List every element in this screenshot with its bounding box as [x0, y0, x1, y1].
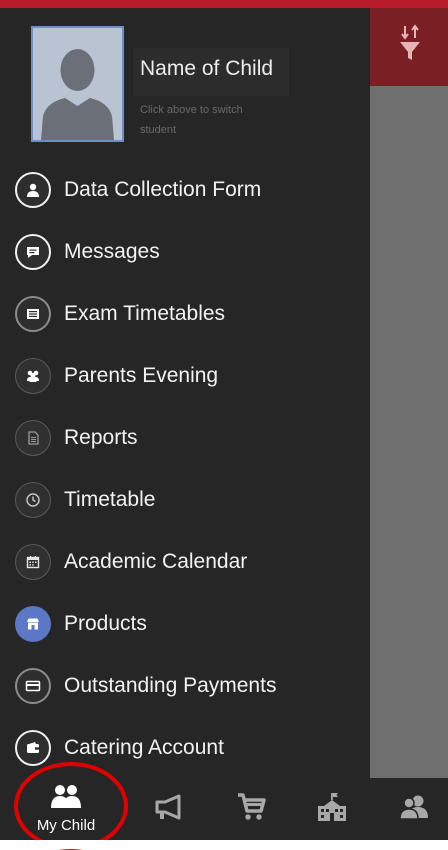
contacts-icon [399, 794, 429, 825]
menu-label: Parents Evening [64, 364, 219, 387]
menu-label: Products [64, 612, 147, 635]
bottom-margin [0, 840, 448, 849]
cart-icon [236, 792, 268, 827]
menu-label: Data Collection Form [64, 178, 262, 201]
navigation-drawer: Name of Child Click above to switch stud… [0, 8, 370, 778]
document-icon [15, 420, 51, 456]
menu-label: Outstanding Payments [64, 674, 277, 697]
megaphone-icon [153, 793, 187, 826]
menu-item-exam-timetables[interactable]: Exam Timetables [0, 288, 370, 340]
menu-item-reports[interactable]: Reports [0, 412, 370, 464]
calendar-icon [15, 544, 51, 580]
menu-item-messages[interactable]: Messages [0, 226, 370, 278]
menu-label: Messages [64, 240, 160, 263]
school-tab[interactable] [310, 778, 354, 840]
menu-label: Exam Timetables [64, 302, 226, 325]
menu-label: Timetable [64, 488, 156, 511]
contacts-tab[interactable] [392, 778, 436, 840]
menu-label: Reports [64, 426, 138, 449]
sort-filter-icon[interactable] [398, 22, 422, 66]
list-icon [15, 296, 51, 332]
profile-header[interactable]: Name of Child Click above to switch stud… [0, 8, 370, 158]
menu-item-outstanding-payments[interactable]: Outstanding Payments [0, 660, 370, 712]
announcements-tab[interactable] [150, 778, 190, 840]
credit-card-icon [15, 668, 51, 704]
chat-bubble-icon [15, 234, 51, 270]
switch-student-hint: Click above to switch student [140, 104, 243, 136]
school-icon [316, 792, 348, 827]
highlight-annotation-circle [14, 762, 128, 850]
person-icon [15, 172, 51, 208]
menu-item-products[interactable]: Products [0, 598, 370, 650]
menu-item-data-collection-form[interactable]: Data Collection Form [0, 164, 370, 216]
menu-item-timetable[interactable]: Timetable [0, 474, 370, 526]
menu-item-parents-evening[interactable]: Parents Evening [0, 350, 370, 402]
menu-label: Catering Account [64, 736, 224, 759]
shop-tab[interactable] [232, 778, 272, 840]
clock-icon [15, 482, 51, 518]
menu-item-academic-calendar[interactable]: Academic Calendar [0, 536, 370, 588]
child-name[interactable]: Name of Child [140, 57, 273, 81]
drawer-scrim[interactable] [370, 8, 448, 778]
group-icon [15, 358, 51, 394]
status-strip [0, 0, 448, 8]
store-icon [15, 606, 51, 642]
avatar[interactable] [31, 26, 124, 142]
wallet-icon [15, 730, 51, 766]
menu-label: Academic Calendar [64, 550, 248, 573]
